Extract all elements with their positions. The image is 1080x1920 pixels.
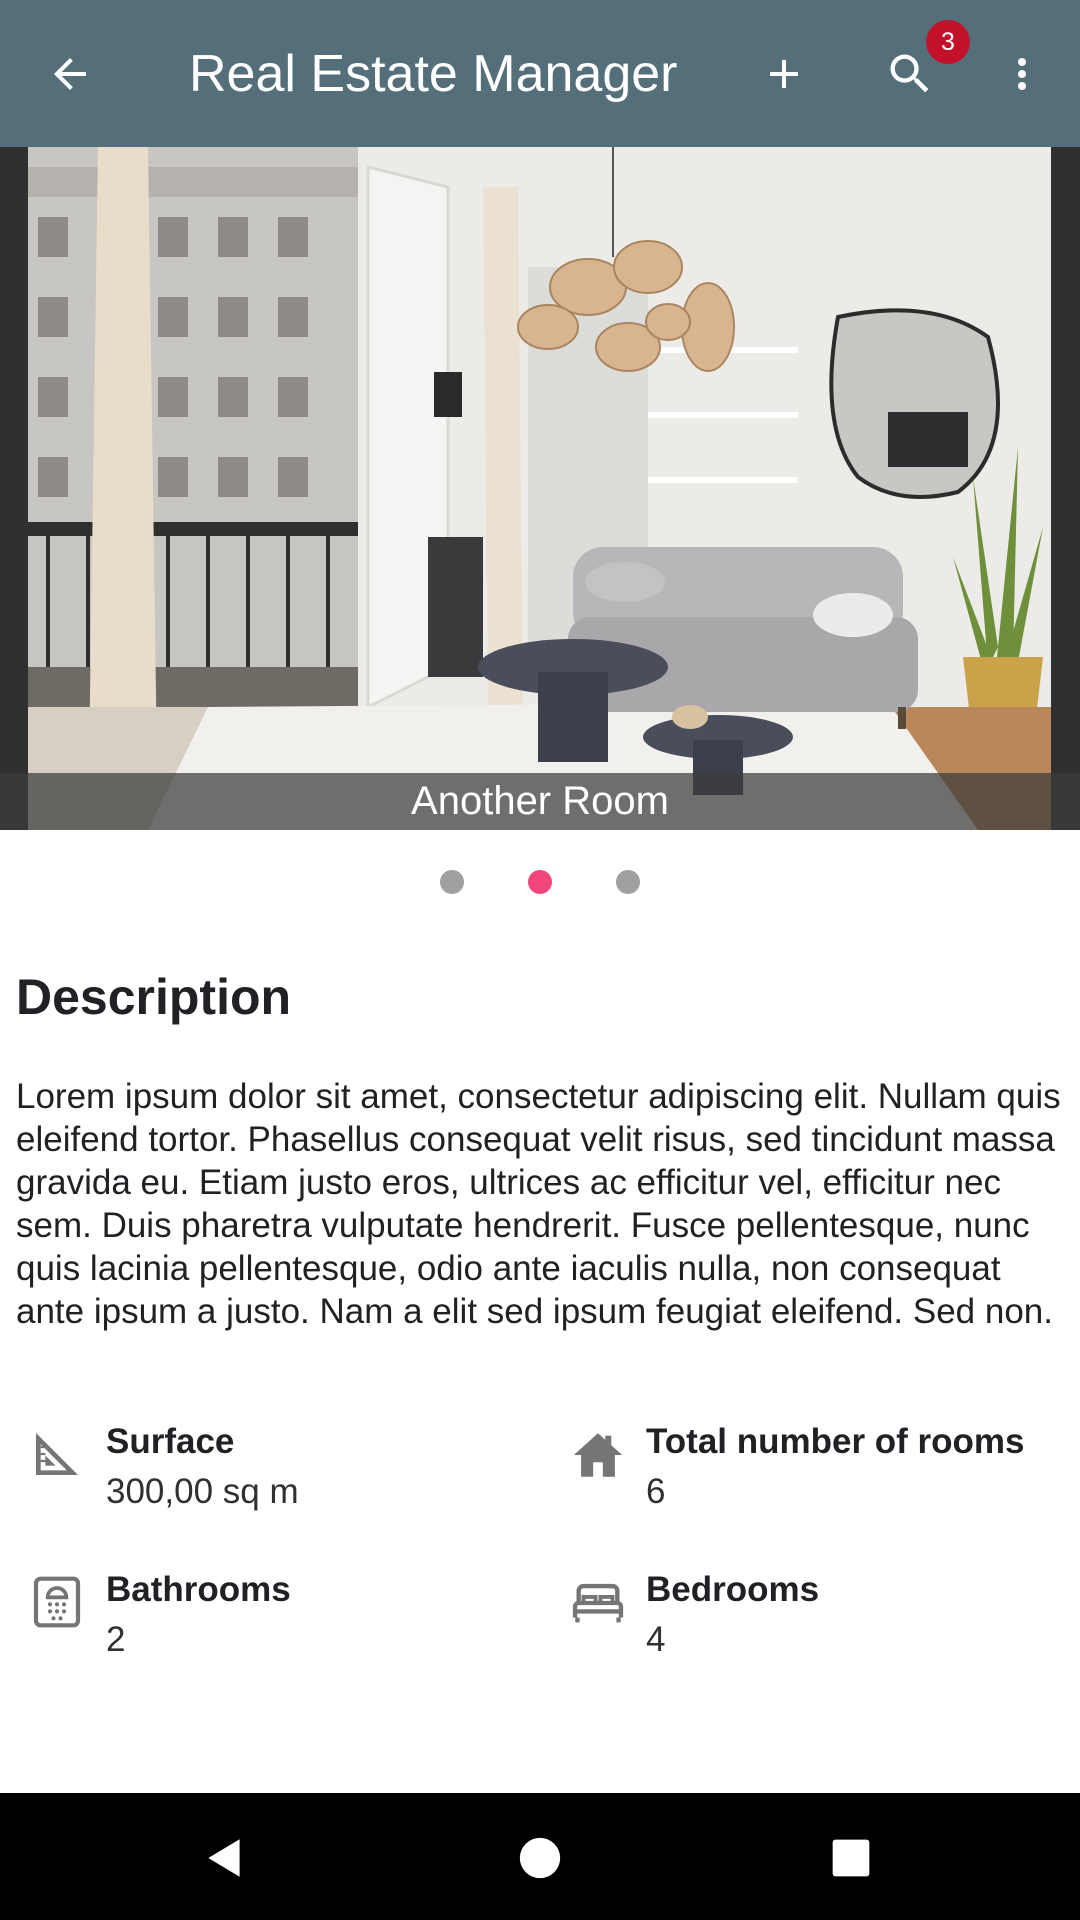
photo-caption: Another Room (411, 779, 669, 823)
set-square-icon (29, 1426, 89, 1486)
rooms-label: Total number of rooms (646, 1422, 1025, 1461)
surface-value: 300,00 sq m (106, 1472, 299, 1511)
page-dot-2[interactable] (528, 870, 552, 894)
arrow-back-icon[interactable] (34, 38, 106, 110)
nav-home-icon[interactable] (505, 1823, 575, 1893)
shower-icon (29, 1574, 89, 1634)
bed-icon (569, 1574, 629, 1634)
nav-recents-icon[interactable] (816, 1823, 886, 1893)
app-bar: Real Estate Manager 3 (0, 0, 1080, 147)
feature-bathrooms: Bathrooms 2 (29, 1570, 529, 1680)
bedrooms-value: 4 (646, 1620, 666, 1659)
house-icon (569, 1426, 629, 1486)
page-dot-1[interactable] (440, 870, 464, 894)
page-indicator (0, 870, 1080, 894)
app-title: Real Estate Manager (189, 45, 678, 103)
photo-carousel[interactable]: Another Room (0, 147, 1080, 830)
description-heading: Description (16, 969, 292, 1025)
caption-bar: Another Room (0, 773, 1080, 830)
add-icon[interactable] (748, 38, 820, 110)
more-vert-icon[interactable] (986, 38, 1058, 110)
rooms-value: 6 (646, 1472, 666, 1511)
feature-surface: Surface 300,00 sq m (29, 1422, 529, 1532)
room-photo (28, 147, 1051, 830)
feature-rooms: Total number of rooms 6 (569, 1422, 1069, 1532)
nav-back-icon[interactable] (190, 1823, 260, 1893)
feature-bedrooms: Bedrooms 4 (569, 1570, 1069, 1680)
page-dot-3[interactable] (616, 870, 640, 894)
search-badge: 3 (926, 20, 970, 64)
surface-label: Surface (106, 1422, 235, 1461)
bedrooms-label: Bedrooms (646, 1570, 820, 1609)
bathrooms-label: Bathrooms (106, 1570, 291, 1609)
description-text: Lorem ipsum dolor sit amet, consectetur … (16, 1077, 1061, 1331)
system-nav-bar (0, 1793, 1080, 1920)
bathrooms-value: 2 (106, 1620, 126, 1659)
